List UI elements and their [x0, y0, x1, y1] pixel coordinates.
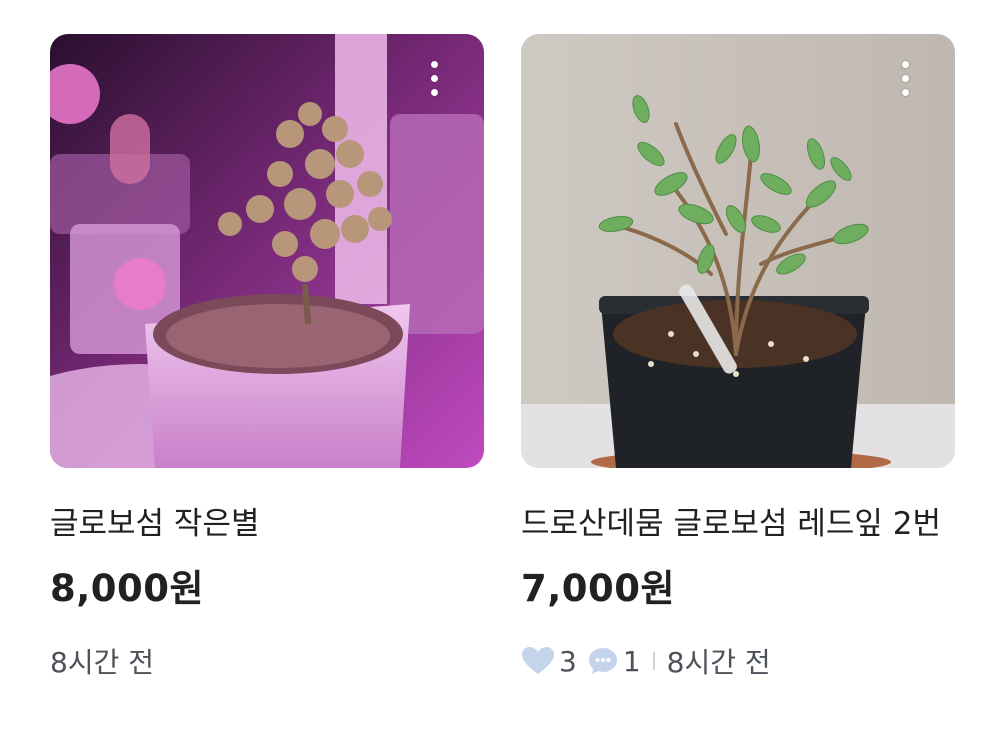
product-card[interactable]: 드로산데뭄 글로보섬 레드잎 2번 7,000원 3 1 8시간 전 [521, 34, 955, 679]
comment-count: 1 [622, 644, 641, 678]
more-vertical-icon [901, 60, 909, 68]
chat-bubble-icon [588, 648, 617, 674]
more-vertical-icon [430, 60, 438, 68]
more-options-button[interactable] [424, 58, 444, 98]
product-image[interactable] [521, 34, 955, 468]
more-options-button[interactable] [895, 58, 915, 98]
like-count: 3 [559, 644, 577, 678]
product-price: 7,000원 [521, 567, 676, 610]
product-meta: 8시간 전 [50, 639, 154, 683]
product-image[interactable] [50, 34, 484, 468]
product-card[interactable]: 글로보섬 작은별 8,000원 8시간 전 [50, 34, 484, 679]
heart-icon [522, 647, 554, 674]
product-title[interactable]: 글로보섬 작은별 [50, 504, 490, 544]
product-price: 8,000원 [50, 567, 205, 610]
product-title[interactable]: 드로산데뭄 글로보섬 레드잎 2번 [521, 504, 961, 544]
succulent-photo-pink [50, 34, 484, 468]
product-grid: 글로보섬 작은별 8,000원 8시간 전 드로산데뭄 글로보섬 레드잎 2번 … [0, 0, 1005, 750]
succulent-photo-green [521, 34, 955, 468]
posted-time: 8시간 전 [666, 646, 771, 679]
product-meta: 3 1 8시간 전 [521, 639, 771, 683]
posted-time: 8시간 전 [50, 646, 154, 679]
meta-divider [652, 652, 655, 670]
